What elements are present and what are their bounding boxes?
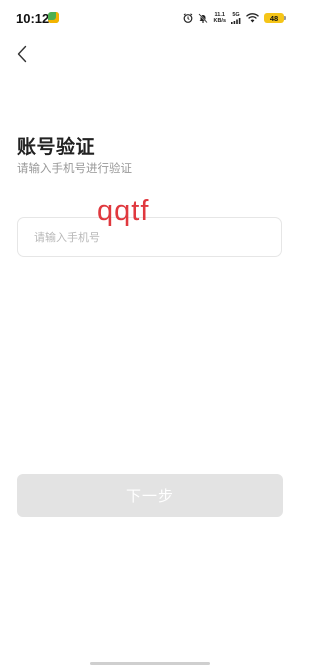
page-subtitle: 请输入手机号进行验证	[17, 161, 132, 175]
signal-icon	[231, 18, 241, 24]
status-bar: 10:12 11.1 KB/s 5G 48	[0, 0, 300, 36]
phone-input-box[interactable]	[17, 217, 282, 257]
chevron-left-icon	[17, 45, 27, 63]
next-button[interactable]: 下一步	[17, 474, 283, 517]
net-speed: 11.1 KB/s	[213, 12, 226, 24]
mute-icon	[198, 13, 209, 23]
network-type: 5G	[231, 12, 241, 24]
back-button[interactable]	[8, 40, 36, 68]
page-title: 账号验证	[17, 136, 96, 158]
alarm-icon	[183, 13, 193, 23]
net-speed-unit: KB/s	[213, 18, 226, 24]
phone-input[interactable]	[18, 218, 281, 256]
battery-icon: 48	[264, 13, 286, 23]
home-indicator[interactable]	[90, 662, 210, 665]
status-time: 10:12	[16, 11, 50, 26]
battery-level: 48	[269, 13, 279, 23]
app-notification-icon	[48, 12, 59, 23]
wifi-icon	[246, 13, 259, 23]
status-icons: 11.1 KB/s 5G 48	[183, 10, 286, 26]
